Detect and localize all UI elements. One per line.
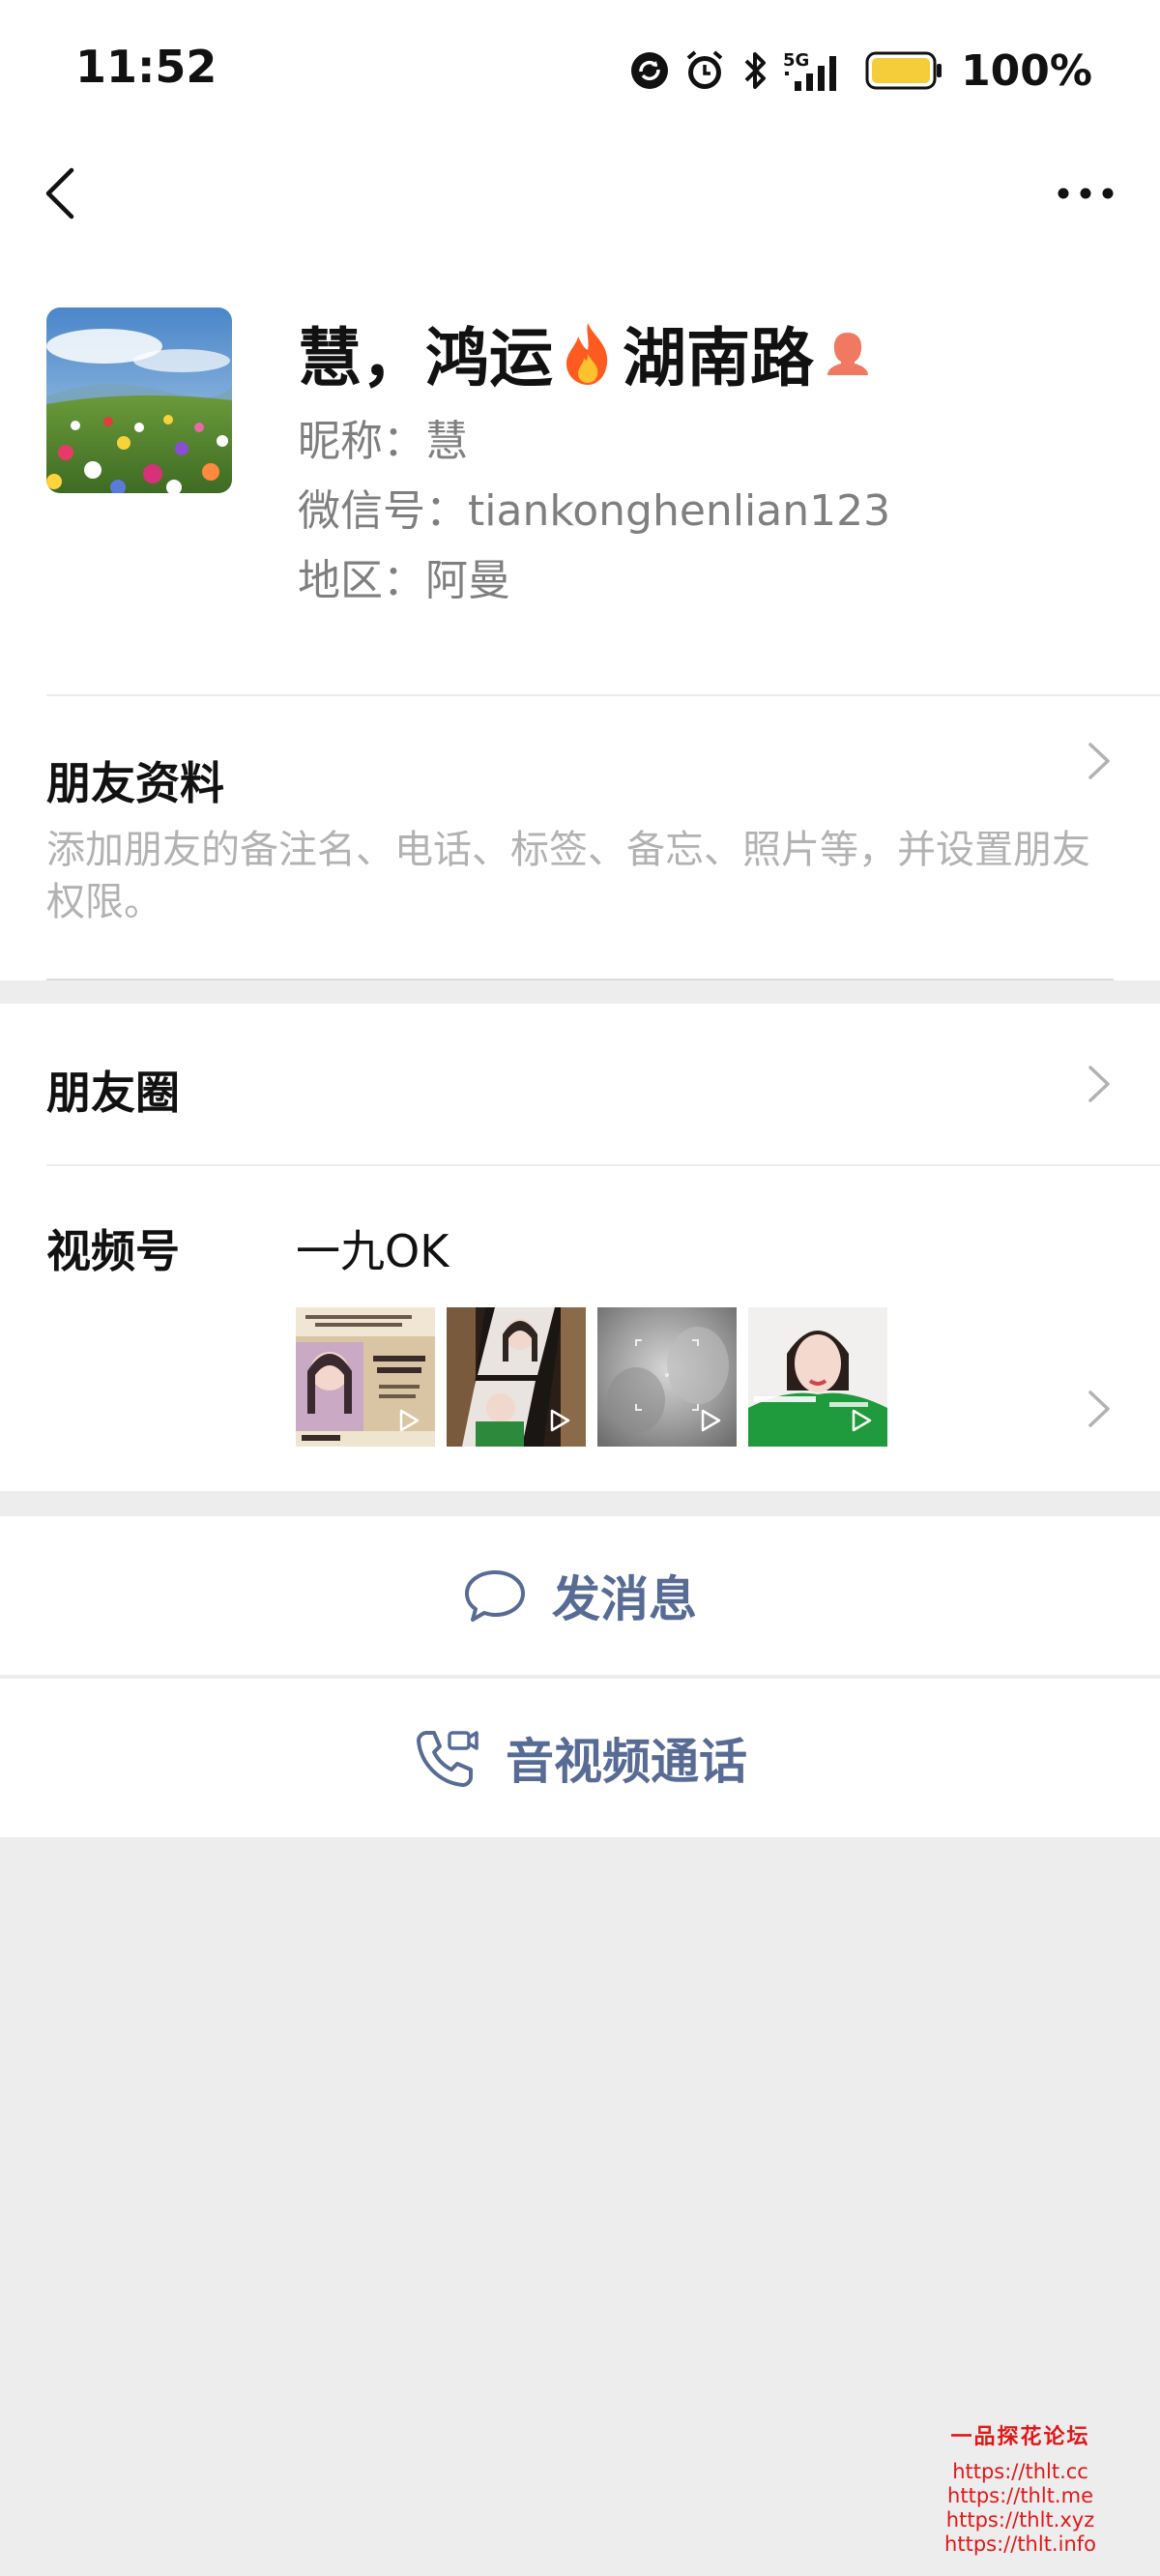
channels-name[interactable]: 一九OK	[296, 1216, 449, 1280]
profile-name-part1: 慧，鸿运	[298, 321, 553, 395]
profile-header: 慧，鸿运 湖南路 昵称：慧 微信号：tiankonghenlian123 地区：…	[0, 242, 1160, 694]
play-icon	[852, 1409, 872, 1432]
chevron-left-icon[interactable]	[35, 164, 93, 222]
battery-icon	[865, 51, 942, 90]
avatar[interactable]	[46, 307, 232, 493]
channels-title: 视频号	[46, 1225, 180, 1277]
play-icon	[550, 1409, 570, 1432]
region-label: 地区：阿曼	[298, 556, 510, 605]
moments-card: 朋友圈 视频号 一九OK	[0, 1004, 1160, 1491]
sync-icon	[631, 52, 669, 89]
play-icon	[399, 1409, 420, 1432]
channels-thumbnails[interactable]	[296, 1307, 887, 1447]
status-icons: 5G 100%	[628, 37, 1092, 104]
divider	[46, 1164, 1160, 1166]
chevron-right-icon[interactable]	[1085, 1060, 1114, 1108]
watermark-url: https://thlt.xyz	[945, 2508, 1095, 2532]
watermark-title: 一品探花论坛	[950, 2425, 1090, 2449]
wechat-id-label: 微信号：tiankonghenlian123	[298, 486, 891, 536]
friend-info-description: 添加朋友的备注名、电话、标签、备忘、照片等，并设置朋友权限。	[46, 828, 1090, 924]
send-message-label: 发消息	[552, 1571, 697, 1627]
ellipsis-icon[interactable]	[1052, 164, 1119, 222]
friend-info-row[interactable]: 朋友资料 添加朋友的备注名、电话、标签、备忘、照片等，并设置朋友权限。	[0, 694, 1160, 981]
watermark-url: https://thlt.info	[944, 2532, 1096, 2556]
play-icon	[701, 1409, 721, 1432]
video-thumb-4[interactable]	[748, 1307, 887, 1447]
chevron-right-icon	[1088, 743, 1110, 779]
profile-name-row: 慧，鸿运 湖南路	[298, 311, 870, 395]
status-bar: 11:52 5G 100%	[0, 0, 1160, 145]
divider	[46, 694, 1160, 696]
watermark: 一品探花论坛 https://thlt.cc https://thlt.me h…	[944, 2419, 1096, 2557]
divider	[46, 979, 1114, 981]
status-time: 11:52	[75, 41, 218, 93]
chat-bubble-icon	[465, 1570, 525, 1622]
female-icon	[827, 333, 868, 375]
fire-icon	[566, 323, 608, 385]
av-call-label: 音视频通话	[506, 1734, 747, 1790]
nickname-label: 昵称：慧	[298, 417, 468, 466]
friend-info-title: 朋友资料	[46, 757, 224, 809]
moments-title[interactable]: 朋友圈	[46, 1058, 180, 1122]
battery-percent: 100%	[961, 45, 1092, 96]
nav-bar	[0, 145, 1160, 242]
video-thumb-1[interactable]	[296, 1307, 435, 1447]
bluetooth-icon	[744, 52, 767, 89]
watermark-url: https://thlt.me	[947, 2484, 1093, 2507]
alarm-icon	[686, 50, 723, 89]
video-thumb-3[interactable]	[597, 1307, 737, 1447]
profile-name-part2: 湖南路	[623, 321, 814, 395]
phone-video-icon	[417, 1731, 478, 1787]
send-message-button[interactable]: 发消息	[0, 1516, 1160, 1675]
signal-icon: 5G	[783, 50, 837, 91]
watermark-url: https://thlt.cc	[952, 2460, 1088, 2483]
chevron-right-icon[interactable]	[1085, 1385, 1114, 1433]
svg-text:5G: 5G	[783, 50, 809, 71]
video-thumb-2[interactable]	[447, 1307, 586, 1447]
av-call-button[interactable]: 音视频通话	[0, 1679, 1160, 1837]
